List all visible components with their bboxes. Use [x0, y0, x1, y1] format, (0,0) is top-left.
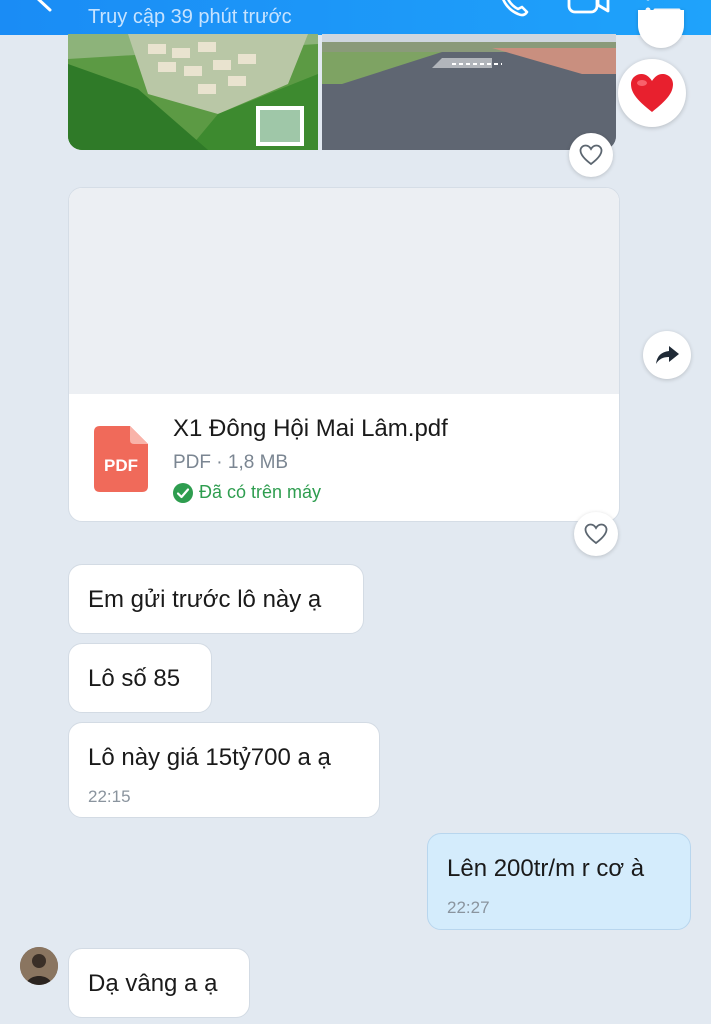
back-icon[interactable]: [32, 0, 56, 12]
file-name: X1 Đông Hội Mai Lâm.pdf: [173, 415, 448, 442]
like-button-photo[interactable]: [569, 133, 613, 177]
forward-button[interactable]: [643, 331, 691, 379]
message-text: Lô số 85: [88, 665, 181, 692]
message-text: Lên 200tr/m r cơ à: [447, 855, 645, 882]
message-text: Lô này giá 15tỷ700 a ạ: [88, 744, 331, 771]
reaction-button-top[interactable]: [638, 10, 684, 48]
photo-message[interactable]: [68, 34, 616, 150]
avatar-image: [20, 947, 58, 985]
file-status-label: Đã có trên máy: [199, 482, 322, 502]
share-arrow-icon: [656, 346, 679, 364]
message-text: Em gửi trước lô này ạ: [88, 586, 322, 613]
aerial-map-illustration: [68, 34, 318, 150]
file-meta: PDF · 1,8 MB: [173, 452, 289, 473]
heart-reaction[interactable]: [618, 59, 686, 127]
message-text: Dạ vâng a ạ: [88, 970, 218, 997]
pdf-badge-label: PDF: [104, 456, 138, 475]
like-button-file[interactable]: [574, 512, 618, 556]
message-bubble[interactable]: Em gửi trước lô này ạ: [68, 564, 364, 634]
file-attachment-card[interactable]: PDF X1 Đông Hội Mai Lâm.pdf PDF · 1,8 MB…: [68, 187, 620, 522]
heart-icon: [631, 74, 673, 112]
message-time: 22:15: [88, 787, 131, 806]
heart-outline-icon: [584, 523, 608, 545]
road-illustration: [322, 34, 616, 150]
file-preview[interactable]: [69, 188, 619, 394]
message-bubble[interactable]: Lô số 85: [68, 643, 212, 713]
avatar[interactable]: [20, 947, 58, 985]
outgoing-message-bubble[interactable]: Lên 200tr/m r cơ à 22:27: [427, 833, 691, 930]
last-seen-status: Truy cập 39 phút trước: [88, 6, 292, 28]
message-bubble[interactable]: Lô này giá 15tỷ700 a ạ 22:15: [68, 722, 380, 818]
message-time: 22:27: [447, 898, 490, 917]
chat-header: Truy cập 39 phút trước: [0, 0, 711, 35]
road-photo[interactable]: [322, 34, 616, 150]
phone-icon[interactable]: [497, 0, 531, 20]
heart-outline-icon: [579, 144, 603, 166]
video-call-icon[interactable]: [567, 0, 611, 18]
check-circle-icon: [173, 482, 193, 503]
file-download-status: Đã có trên máy: [173, 482, 321, 503]
pdf-file-icon: PDF: [94, 426, 148, 492]
aerial-map-photo[interactable]: [68, 34, 318, 150]
message-bubble[interactable]: Dạ vâng a ạ: [68, 948, 250, 1018]
